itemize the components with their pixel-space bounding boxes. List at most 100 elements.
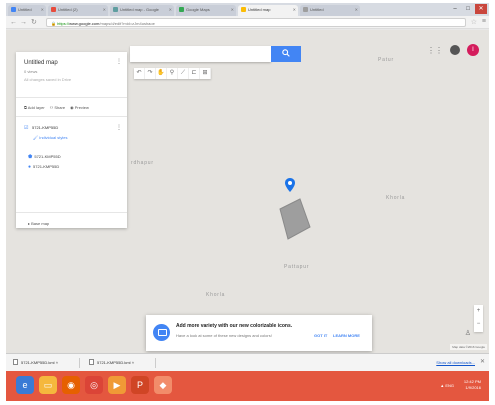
base-map-label: Base map [31, 221, 50, 226]
map-place-label: Khorla [206, 292, 226, 298]
tab-label: Untitled map [248, 7, 271, 12]
layer-options-icon[interactable]: ⋮ [116, 124, 122, 131]
zoom-in-button[interactable]: + [474, 305, 483, 318]
save-status: All changes saved in Drive [24, 77, 72, 82]
got-it-button[interactable]: GOT IT [314, 333, 327, 338]
zoom-out-button[interactable]: − [474, 318, 483, 331]
map-place-label: Patur [378, 57, 394, 63]
maximize-icon[interactable]: □ [462, 4, 474, 14]
browser-tab-active[interactable]: Untitled map ✕ [238, 5, 298, 16]
apps-grid-icon[interactable]: ⋮⋮ [427, 46, 443, 55]
undo-icon[interactable]: ↶ [134, 68, 145, 79]
text-icon[interactable]: ⊞ [200, 68, 211, 79]
lock-icon: 🔒 [51, 21, 56, 26]
tab-label: Untitled (2) [58, 7, 78, 12]
colorizable-icons-icon [153, 324, 170, 341]
back-icon[interactable]: ← [10, 18, 17, 27]
map-canvas[interactable]: Patur Khorla Pattapur Khorla rdhapur ↶ ↷… [6, 30, 489, 353]
style-link[interactable]: 🖌 Individual styles [33, 135, 67, 140]
hand-icon[interactable]: ✋ [156, 68, 167, 79]
chevron-icon: ▸ [28, 221, 31, 226]
map-search-input[interactable] [130, 46, 271, 62]
tab-close-icon[interactable]: ✕ [293, 7, 296, 12]
map-marker-icon[interactable] [285, 178, 295, 192]
tab-close-icon[interactable]: ✕ [169, 7, 172, 12]
more-options-icon[interactable]: ⋮ [116, 58, 122, 65]
base-map-toggle[interactable]: ▸ Base map [28, 221, 49, 226]
download-item[interactable]: 5721-KMP55D.kml ˄ [10, 358, 80, 368]
chrome-icon[interactable]: ◎ [85, 376, 103, 394]
reload-icon[interactable]: ↻ [31, 18, 37, 27]
notifications-icon[interactable] [450, 45, 460, 55]
pin-icon: ● [28, 164, 32, 170]
preview-button[interactable]: ◉ Preview [70, 105, 89, 110]
tab-strip: Untitled ✕ Untitled (2) ✕ Untitled map - G… [6, 3, 489, 16]
account-area: ⋮⋮ I [427, 44, 479, 56]
firefox-icon[interactable]: ◉ [62, 376, 80, 394]
learn-more-button[interactable]: LEARN MORE [333, 333, 360, 338]
bookmark-star-icon[interactable]: ☆ [471, 18, 477, 26]
drawn-polygon[interactable] [276, 197, 312, 242]
feature-item[interactable]: ⬟ 5721-KMP55D [28, 154, 61, 160]
tab-close-icon[interactable]: ✕ [103, 7, 106, 12]
folder-glyph: ▭ [43, 380, 53, 390]
pegman-icon[interactable]: ♙ [465, 329, 471, 337]
preview-label: Preview [74, 105, 89, 110]
address-bar[interactable]: 🔒 https://www.google.com/maps/d/edit?mid… [46, 18, 466, 27]
explorer-icon[interactable]: ▭ [39, 376, 57, 394]
search-button[interactable] [271, 46, 301, 62]
map-title[interactable]: Untitled map [24, 60, 58, 66]
feature-item[interactable]: ● 5721-KMP55D [28, 164, 59, 170]
url-host: www.google.com [69, 21, 100, 26]
powerpoint-icon[interactable]: P [131, 376, 149, 394]
marker-icon[interactable]: ⚲ [167, 68, 178, 79]
ie-icon[interactable]: e [16, 376, 34, 394]
ruler-icon[interactable]: ⊏ [189, 68, 200, 79]
layer-name[interactable]: 5721-KMP55D [32, 125, 58, 130]
tip-toast: Add more variety with our new colorizabl… [146, 315, 372, 351]
media-icon[interactable]: ▶ [108, 376, 126, 394]
layer-icon: ⧉ [24, 105, 27, 110]
window-controls: – □ ✕ [447, 3, 489, 16]
browser-tab[interactable]: Google Maps ✕ [176, 5, 236, 16]
line-icon[interactable]: ⟋ [178, 68, 189, 79]
system-clock[interactable]: 12:42 PM 1/9/2016 [464, 379, 481, 391]
close-window-icon[interactable]: ✕ [475, 4, 487, 14]
share-label: Share [54, 105, 66, 110]
browser-menu-icon[interactable]: ≡ [482, 18, 486, 25]
download-item[interactable]: 5721-KMP55D.kml ˄ [86, 358, 156, 368]
powerpoint-glyph: P [136, 380, 143, 390]
divider [16, 212, 127, 213]
minimize-icon[interactable]: – [449, 4, 461, 14]
browser-tab[interactable]: Untitled ✕ [300, 5, 360, 16]
show-all-downloads-link[interactable]: Show all downloads... [436, 360, 475, 365]
add-layer-button[interactable]: ⧉ Add layer [24, 105, 45, 110]
browser-tab[interactable]: Untitled map - Google ✕ [110, 5, 174, 16]
redo-icon[interactable]: ↷ [145, 68, 156, 79]
browser-tab[interactable]: Untitled (2) ✕ [48, 5, 108, 16]
layer-checkbox[interactable]: ☑ [24, 125, 28, 131]
close-download-bar-icon[interactable]: ✕ [480, 358, 485, 365]
avatar[interactable]: I [467, 44, 479, 56]
divider [16, 116, 127, 117]
divider [16, 97, 127, 98]
panel-actions: ⧉ Add layer ⚇ Share ◉ Preview [24, 105, 89, 110]
style-link-label: Individual styles [39, 135, 68, 140]
file-icon [13, 359, 18, 365]
other-app-icon[interactable]: ◆ [154, 376, 172, 394]
tab-label: Google Maps [186, 7, 210, 12]
toast-body: Have a look at some of these new designs… [176, 333, 272, 338]
tab-close-icon[interactable]: ✕ [355, 7, 358, 12]
tray-icons[interactable]: ▲ ENG [440, 383, 454, 388]
forward-icon[interactable]: → [20, 18, 27, 27]
browser-tab[interactable]: Untitled ✕ [8, 5, 46, 16]
map-attribution[interactable]: Map data ©2016 Google [450, 344, 487, 350]
file-icon [89, 359, 94, 365]
browser-toolbar: ← → ↻ 🔒 https://www.google.com/maps/d/ed… [6, 16, 489, 29]
tab-close-icon[interactable]: ✕ [41, 7, 44, 12]
toast-title: Add more variety with our new colorizabl… [176, 323, 293, 329]
map-layers-panel: Untitled map 0 views All changes saved i… [16, 52, 127, 228]
share-button[interactable]: ⚇ Share [50, 105, 65, 110]
shape-icon: ⬟ [28, 154, 33, 160]
tab-close-icon[interactable]: ✕ [231, 7, 234, 12]
